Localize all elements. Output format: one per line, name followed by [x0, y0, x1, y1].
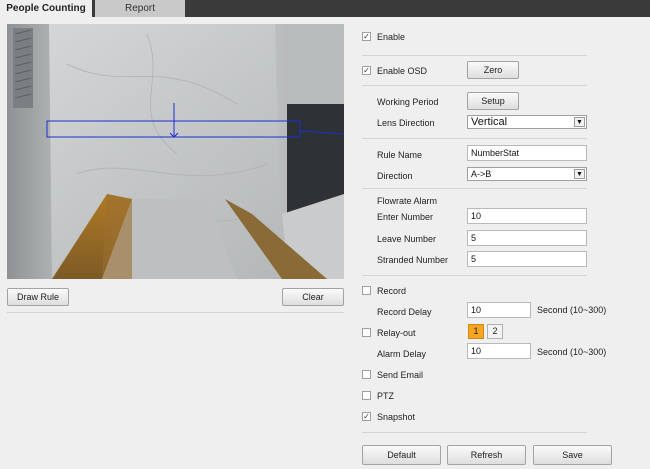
record-delay-label: Record Delay	[377, 307, 432, 317]
record-delay-input[interactable]: 10	[467, 302, 531, 318]
send-email-label: Send Email	[377, 370, 424, 380]
record-label: Record	[377, 286, 407, 296]
camera-scene	[7, 24, 344, 279]
divider	[362, 138, 587, 139]
snapshot-label: Snapshot	[377, 412, 416, 422]
working-period-label: Working Period	[377, 97, 439, 107]
enter-number-label: Enter Number	[377, 212, 434, 222]
divider	[362, 85, 587, 86]
stranded-number-label: Stranded Number	[377, 255, 449, 265]
enable-osd-checkbox[interactable]: ✓	[362, 66, 371, 75]
alarm-delay-label: Alarm Delay	[377, 349, 427, 359]
relay-out-checkbox[interactable]	[362, 328, 371, 337]
relay-out-label: Relay-out	[377, 328, 416, 338]
save-button[interactable]: Save	[533, 445, 612, 465]
record-delay-unit: Second (10~300)	[537, 305, 607, 315]
direction-label: Direction	[377, 171, 413, 181]
chevron-down-icon: ▼	[574, 117, 585, 127]
refresh-button[interactable]: Refresh	[447, 445, 526, 465]
enable-osd-label: Enable OSD	[377, 66, 428, 76]
alarm-delay-unit: Second (10~300)	[537, 347, 607, 357]
divider	[7, 312, 344, 313]
direction-select[interactable]: A->B ▼	[467, 167, 587, 181]
rule-name-input[interactable]: NumberStat	[467, 145, 587, 161]
zero-button[interactable]: Zero	[467, 61, 519, 79]
send-email-checkbox[interactable]	[362, 370, 371, 379]
chevron-down-icon: ▼	[574, 169, 585, 179]
enable-label: Enable	[377, 32, 406, 42]
relay-channel-2-button[interactable]: 2	[487, 324, 503, 339]
clear-button[interactable]: Clear	[282, 288, 344, 306]
tab-people-counting[interactable]: People Counting	[0, 0, 92, 17]
default-button[interactable]: Default	[362, 445, 441, 465]
stranded-number-input[interactable]: 5	[467, 251, 587, 267]
draw-rule-button[interactable]: Draw Rule	[7, 288, 69, 306]
flowrate-alarm-label: Flowrate Alarm	[377, 196, 438, 206]
video-preview[interactable]	[7, 24, 344, 279]
enter-number-input[interactable]: 10	[467, 208, 587, 224]
enable-checkbox[interactable]: ✓	[362, 32, 371, 41]
divider	[362, 275, 587, 276]
lens-direction-select[interactable]: Vertical ▼	[467, 115, 587, 129]
ptz-checkbox[interactable]	[362, 391, 371, 400]
snapshot-checkbox[interactable]: ✓	[362, 412, 371, 421]
lens-direction-value: Vertical	[471, 116, 508, 128]
direction-value: A->B	[471, 169, 492, 179]
tab-report[interactable]: Report	[95, 0, 185, 17]
rule-name-label: Rule Name	[377, 150, 423, 160]
divider	[362, 188, 587, 189]
record-checkbox[interactable]	[362, 286, 371, 295]
setup-button[interactable]: Setup	[467, 92, 519, 110]
relay-channel-1-button[interactable]: 1	[468, 324, 484, 339]
tab-bar: People Counting Report	[0, 0, 650, 17]
ptz-label: PTZ	[377, 391, 394, 401]
lens-direction-label: Lens Direction	[377, 118, 435, 128]
divider	[362, 55, 587, 56]
leave-number-input[interactable]: 5	[467, 230, 587, 246]
divider	[362, 432, 587, 433]
leave-number-label: Leave Number	[377, 234, 437, 244]
alarm-delay-input[interactable]: 10	[467, 343, 531, 359]
